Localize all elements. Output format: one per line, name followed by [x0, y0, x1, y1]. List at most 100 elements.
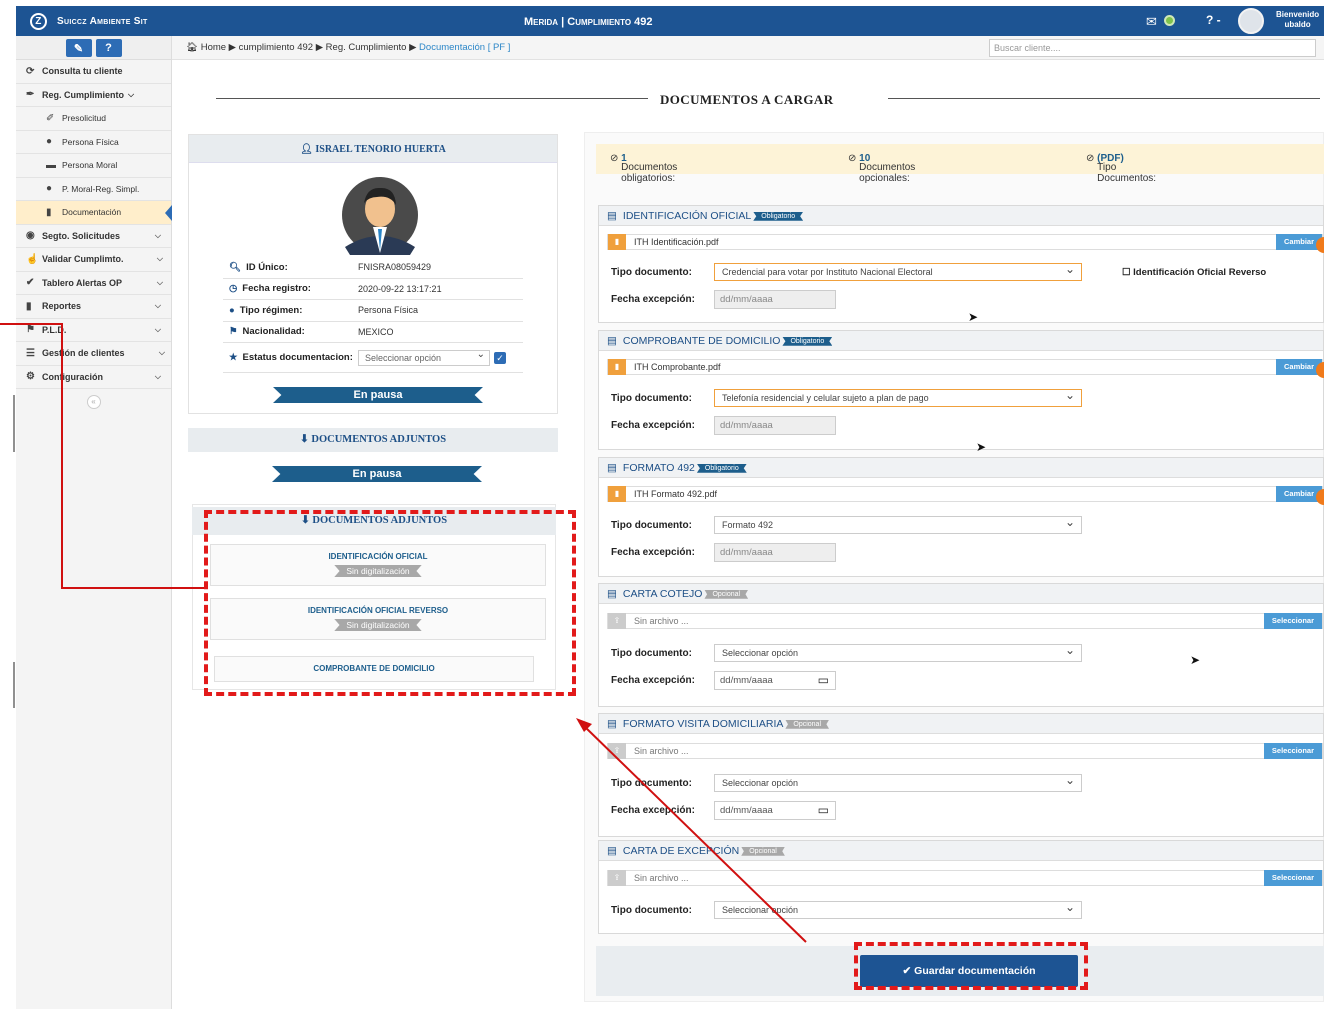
change-file-button[interactable]: Cambiar [1275, 359, 1322, 375]
change-file-button[interactable]: Cambiar [1275, 486, 1322, 502]
document-header: ▤ FORMATO VISITA DOMICILIARIA Opcional [599, 714, 1323, 734]
file-name[interactable]: ITH Comprobante.pdf [634, 362, 721, 372]
sidebar-item-gestion[interactable]: ☰ Gestión de clientes ⌵ [16, 342, 171, 366]
change-file-button[interactable]: Cambiar [1275, 234, 1322, 250]
download-icon: ⬇ [299, 434, 312, 445]
doc-type-select[interactable]: Seleccionar opción [714, 900, 1082, 919]
sidebar-item-reg-cumplimiento[interactable]: ✒ Reg. Cumplimiento ⌵ [16, 84, 171, 107]
help-menu[interactable]: ? - [1206, 13, 1221, 27]
file-icon: ▤ [607, 210, 617, 222]
sidebar-item-presolicitud[interactable]: ✐ Presolicitud [16, 107, 171, 131]
attachments-status-badge: En pausa [272, 466, 482, 482]
sidebar-item-label: Segto. Solicitudes [42, 230, 121, 241]
file-action-knob[interactable] [1316, 489, 1324, 505]
status-select[interactable]: Seleccionar opción [358, 349, 490, 366]
breadcrumb-path[interactable]: Home ▶ cumplimiento 492 ▶ Reg. Cumplimie… [201, 42, 417, 53]
sidebar-item-label: Documentación [62, 207, 122, 218]
client-info-table: 🔍︎ ID Único: FNISRA08059429 ◷ Fecha registr… [223, 257, 523, 373]
sidebar-item-configuracion[interactable]: ⚙ Configuración ⌵ [16, 366, 171, 389]
sidebar-item-persona-fisica[interactable]: ● Persona Física [16, 131, 171, 154]
list-icon: ☰ [26, 347, 35, 359]
field-label: Tipo documento: [611, 904, 692, 916]
document-title: FORMATO 492 [622, 462, 695, 474]
sidebar-item-label: Reportes [42, 301, 82, 312]
file-action-knob[interactable] [1316, 237, 1324, 253]
sidebar-item-p-moral-simpl[interactable]: ● P. Moral-Reg. Simpl. [16, 178, 171, 201]
doc-type-select[interactable]: Seleccionar opción [714, 643, 1082, 662]
highlight-save-box [854, 942, 1088, 990]
page-title: DOCUMENTOS A CARGAR [660, 92, 834, 107]
avatar[interactable] [1238, 8, 1264, 34]
file-name: Sin archivo ... [634, 746, 689, 756]
brand[interactable]: Z Suiccz Ambiente Sit [30, 13, 148, 30]
sidebar-item-persona-moral[interactable]: ▬ Persona Moral [16, 154, 171, 178]
file-icon: ▮ [26, 300, 32, 312]
username: ubaldo [1284, 20, 1311, 29]
file-line: ▮ ITH Identificación.pdf Cambiar [607, 234, 1324, 253]
doc-type-select[interactable]: Credencial para votar por Instituto Naci… [714, 262, 1082, 281]
sidebar-item-documentacion[interactable]: ▮ Documentación [16, 201, 172, 225]
document-title: IDENTIFICACIÓN OFICIAL [622, 210, 752, 222]
file-name[interactable]: ITH Formato 492.pdf [634, 489, 717, 499]
document-header: ▤ IDENTIFICACIÓN OFICIAL Obligatorio [599, 206, 1323, 226]
reverse-id-checkbox[interactable]: ☐ Identificación Oficial Reverso [1122, 267, 1266, 278]
file-name[interactable]: ITH Identificación.pdf [634, 237, 719, 247]
field-value: 2020-09-22 13:17:21 [358, 283, 442, 294]
doc-type-select[interactable]: Telefonía residencial y celular sujeto a… [714, 388, 1082, 407]
select-file-button[interactable]: Seleccionar [1263, 613, 1322, 629]
sidebar-item-consulta[interactable]: ⟳ Consulta tu cliente [16, 60, 171, 84]
chevron-down-icon: ⌵ [128, 89, 135, 99]
sidebar-item-label: Persona Moral [62, 160, 118, 171]
document-counts-bar: ⊘ Documentos obligatorios: 1 ⊘ Documento… [596, 144, 1324, 184]
select-file-button[interactable]: Seleccionar [1263, 743, 1322, 759]
edit-icon[interactable]: ✎ [65, 39, 92, 57]
collapse-sidebar-icon[interactable]: « [86, 395, 101, 409]
exception-date-row: Fecha excepción: dd/mm/aaaa [611, 416, 836, 435]
brand-name: Suiccz Ambiente Sit [57, 16, 148, 27]
sidebar-item-pld[interactable]: ⚑ P.L.D. ⌵ [16, 319, 171, 342]
file-icon: ▤ [607, 845, 617, 857]
eye-icon: ◉ [26, 230, 35, 242]
field-label: Tipo documento: [611, 519, 692, 531]
upload-icon: ⇪ [608, 870, 626, 886]
exception-date-input[interactable]: dd/mm/aaaa [714, 801, 836, 820]
sidebar-item-label: Presolicitud [62, 113, 106, 124]
chevron-down-icon: ⌵ [156, 254, 163, 264]
breadcrumb-current: Documentación [ PF ] [419, 42, 511, 53]
doc-type-select[interactable]: Seleccionar opción [714, 773, 1082, 792]
reverse-id-label: Identificación Oficial Reverso [1133, 267, 1267, 278]
doc-type-row: Tipo documento: Telefonía residencial y c… [611, 388, 1082, 407]
building-icon: ▬ [46, 159, 56, 171]
help-icon[interactable]: ? [95, 39, 122, 57]
search-input[interactable]: Buscar cliente.... [989, 39, 1316, 57]
exception-date-input[interactable]: dd/mm/aaaa [714, 671, 836, 690]
sidebar-item-label: Validar Cumplimto. [42, 254, 124, 265]
doc-type-select[interactable]: Formato 492 [714, 515, 1082, 534]
eraser-icon: ✐ [46, 112, 55, 124]
mail-icon[interactable]: ✉ [1146, 14, 1157, 30]
select-file-button[interactable]: Seleccionar [1263, 870, 1322, 886]
sidebar-item-validar[interactable]: ☝ Validar Cumplimto. ⌵ [16, 248, 171, 272]
document-header: ▤ FORMATO 492 Obligatorio [599, 458, 1323, 478]
document-title: COMPROBANTE DE DOMICILIO [622, 335, 781, 347]
file-icon: ▤ [607, 462, 617, 474]
app-title: Merida | Cumplimiento 492 [524, 16, 653, 28]
required-count-label: Documentos obligatorios: [621, 162, 678, 184]
user-icon: ● [46, 136, 53, 148]
sidebar-item-segto-solicitudes[interactable]: ◉ Segto. Solicitudes ⌵ [16, 225, 171, 248]
client-name: ISRAEL TENORIO HUERTA [315, 144, 446, 155]
refresh-icon: ⟳ [26, 65, 35, 77]
user-icon: 👤︎ [300, 144, 316, 155]
welcome-text[interactable]: Bienvenido ubaldo [1276, 10, 1319, 30]
sidebar-item-reportes[interactable]: ▮ Reportes ⌵ [16, 295, 171, 319]
checkbox-icon[interactable]: ☐ [1122, 267, 1133, 278]
gear-icon: ⚙ [26, 371, 35, 383]
exception-date-row: Fecha excepción: dd/mm/aaaa [611, 801, 836, 820]
sidebar-item-tablero[interactable]: ✔ Tablero Alertas OP ⌵ [16, 272, 171, 295]
document-section-carta-cotejo: ▤ CARTA COTEJO Opcional ⇪ Sin archivo ... Se… [598, 583, 1324, 707]
status-dot-icon[interactable] [1164, 15, 1175, 26]
status-checkbox[interactable]: ✓ [494, 351, 506, 364]
file-action-knob[interactable] [1316, 362, 1324, 378]
home-icon[interactable]: 🏠︎ [186, 42, 201, 53]
file-icon: ▤ [607, 335, 617, 347]
